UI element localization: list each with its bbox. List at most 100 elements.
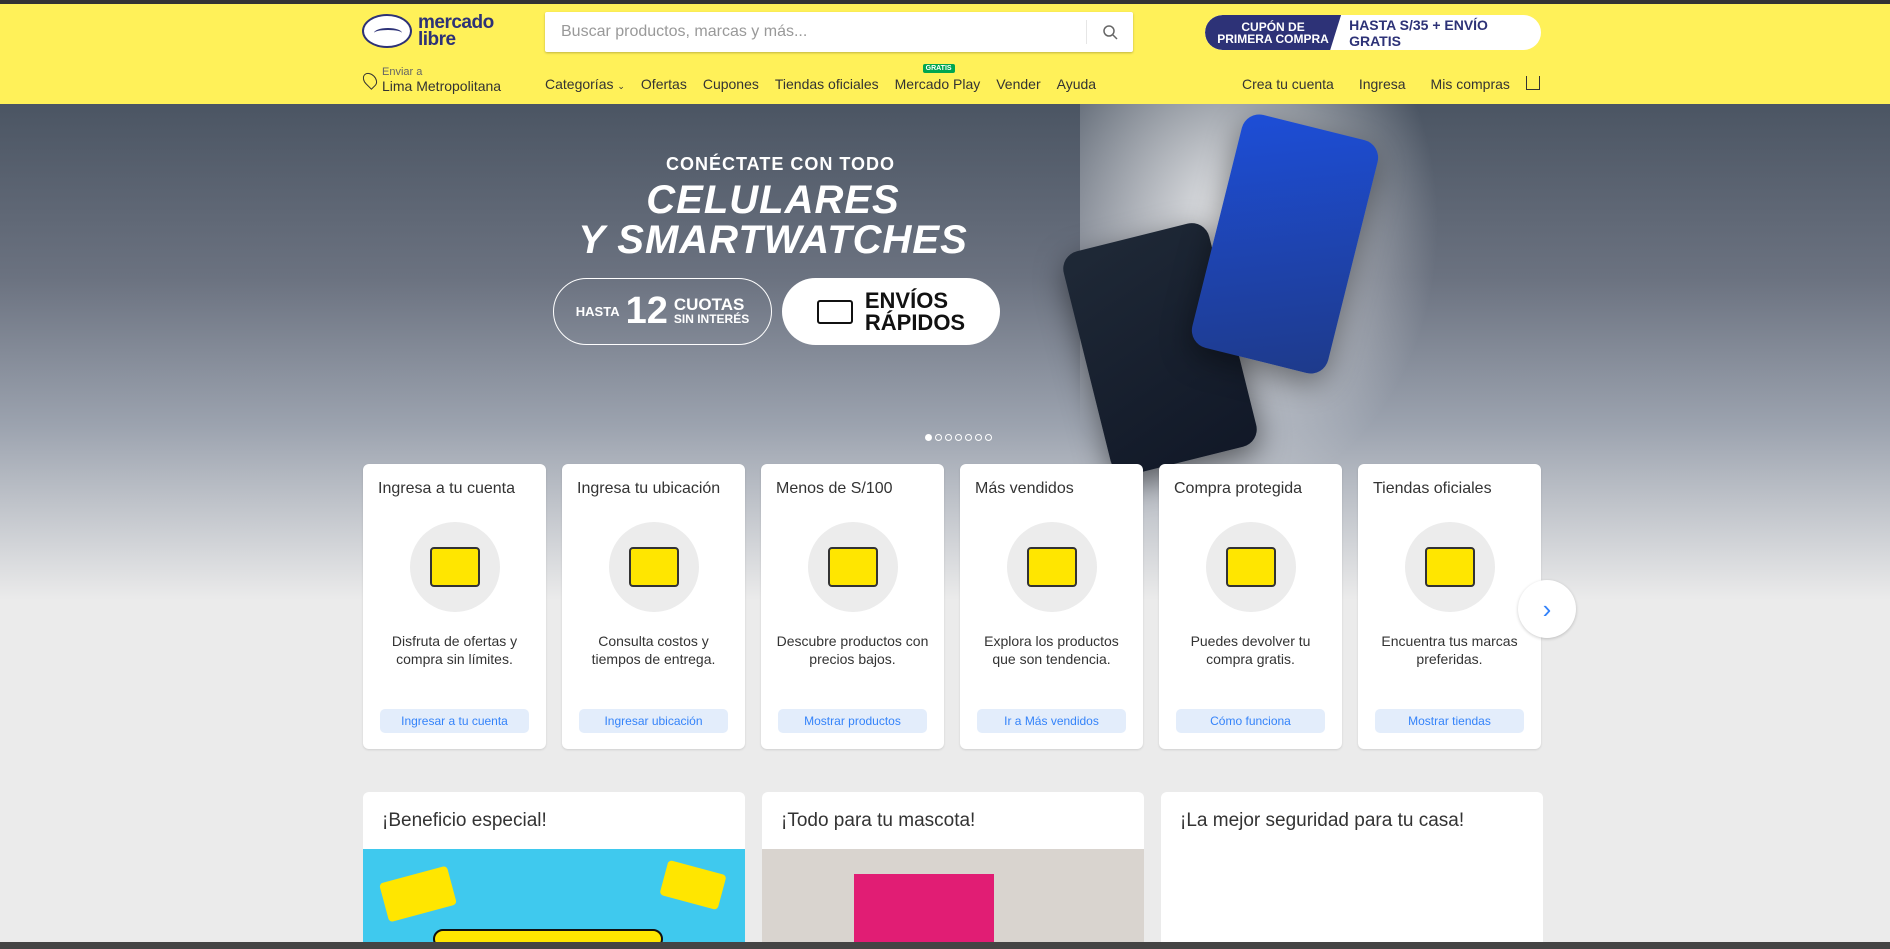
chevron-down-icon: ⌄ — [617, 81, 625, 91]
hero-title: CELULARES Y SMARTWATCHES — [548, 180, 998, 260]
installments-prefix: HASTA — [575, 304, 620, 319]
nav-ofertas[interactable]: Ofertas — [641, 76, 687, 92]
ticket-shape — [659, 859, 727, 911]
carousel-dot[interactable] — [945, 434, 952, 441]
coupon-text: HASTA S/35 + ENVÍO GRATIS — [1349, 16, 1488, 49]
gratis-badge: GRATIS — [922, 64, 955, 73]
fast-shipping-label: ENVÍOS RÁPIDOS — [864, 289, 966, 335]
hero-kicker: CONÉCTATE CON TODO — [666, 154, 895, 174]
promo-card-seguridad[interactable]: ¡La mejor seguridad para tu casa! — [1161, 792, 1543, 942]
fast-shipping-pill: ENVÍOS RÁPIDOS — [782, 278, 1000, 345]
feature-card[interactable]: Más vendidos Explora los productos que s… — [960, 464, 1143, 749]
card-title: Compra protegida — [1174, 480, 1303, 497]
protected-box-icon — [1201, 522, 1301, 612]
icon-yellow-shape — [629, 547, 679, 587]
location-selector[interactable]: Enviar a Lima Metropolitana — [360, 66, 502, 94]
carousel-dots — [925, 434, 992, 441]
login-link[interactable]: Ingresa — [1359, 76, 1406, 92]
promo-card-beneficio[interactable]: ¡Beneficio especial! — [363, 792, 745, 942]
location-label: Enviar a — [382, 66, 423, 78]
feature-card[interactable]: Ingresa tu ubicación Consulta costos y t… — [562, 464, 745, 749]
logo-text: mercado libre — [418, 13, 494, 50]
first-purchase-coupon-banner[interactable]: CUPÓN DE PRIMERA COMPRA HASTA S/35 + ENVÍ… — [1205, 15, 1541, 50]
fast-shipping-line2: RÁPIDOS — [864, 309, 966, 335]
promo-image-tickets — [363, 849, 745, 942]
icon-yellow-shape — [1027, 547, 1077, 587]
card-description: Explora los productos que son tendencia. — [984, 633, 1119, 667]
logo-text-line2: libre — [418, 29, 456, 50]
nav-categorias[interactable]: Categorías ⌄ — [545, 76, 625, 92]
card-button[interactable]: Ingresar a tu cuenta — [380, 709, 529, 733]
search-icon — [1103, 25, 1118, 40]
card-description: Disfruta de ofertas y compra sin límites… — [391, 633, 518, 667]
card-title: Tiendas oficiales — [1373, 480, 1492, 497]
user-nav: Crea tu cuenta Ingresa Mis compras — [1242, 76, 1510, 92]
feature-card[interactable]: Compra protegida Puedes devolver tu comp… — [1159, 464, 1342, 749]
card-button[interactable]: Ingresar ubicación — [579, 709, 728, 733]
handshake-icon — [362, 14, 412, 48]
carousel-dot[interactable] — [935, 434, 942, 441]
nav-categorias-label: Categorías — [545, 76, 614, 92]
icon-yellow-shape — [430, 547, 480, 587]
my-purchases-link[interactable]: Mis compras — [1431, 76, 1510, 92]
card-button[interactable]: Cómo funciona — [1176, 709, 1325, 733]
feature-cards: Ingresa a tu cuenta Disfruta de ofertas … — [363, 464, 1541, 749]
carousel-dot[interactable] — [955, 434, 962, 441]
chevron-right-icon: › — [1542, 593, 1552, 624]
location-map-icon — [604, 522, 704, 612]
icon-yellow-shape — [1226, 547, 1276, 587]
card-button[interactable]: Ir a Más vendidos — [977, 709, 1126, 733]
nav-cupones[interactable]: Cupones — [703, 76, 759, 92]
installments-word: CUOTAS — [673, 294, 745, 314]
location-pin-icon — [360, 70, 380, 90]
mercado-libre-logo[interactable]: mercado libre — [362, 13, 494, 50]
card-description: Consulta costos y tiempos de entrega. — [591, 633, 716, 667]
card-title: Ingresa a tu cuenta — [378, 480, 515, 497]
status-bar — [0, 942, 1890, 949]
coupon-badge-line2: PRIMERA COMPRA — [1217, 31, 1329, 46]
card-description: Puedes devolver tu compra gratis. — [1190, 633, 1311, 667]
coupon-badge-line1: CUPÓN DE — [1241, 19, 1305, 34]
installments-number: 12 — [625, 290, 668, 332]
carousel-dot[interactable] — [925, 434, 932, 441]
search-button[interactable] — [1087, 12, 1133, 52]
search-input[interactable] — [545, 12, 1086, 52]
card-button[interactable]: Mostrar productos — [778, 709, 927, 733]
location-value: Lima Metropolitana — [382, 78, 502, 94]
icon-yellow-shape — [828, 547, 878, 587]
main-nav: Categorías ⌄ Ofertas Cupones Tiendas ofi… — [545, 64, 1096, 92]
promo-title: ¡La mejor seguridad para tu casa! — [1180, 810, 1465, 831]
installments-sub: SIN INTERÉS — [673, 311, 750, 326]
carousel-next-button[interactable]: › — [1518, 580, 1576, 638]
promo-card-mascota[interactable]: ¡Todo para tu mascota! — [762, 792, 1144, 942]
nav-ayuda[interactable]: Ayuda — [1057, 76, 1096, 92]
promo-image-pet-food — [762, 849, 1144, 942]
card-button[interactable]: Mostrar tiendas — [1375, 709, 1524, 733]
cart-icon[interactable] — [1526, 76, 1540, 90]
shopping-bag-icon — [1002, 522, 1102, 612]
card-title: Ingresa tu ubicación — [577, 480, 721, 497]
card-description: Encuentra tus marcas preferidas. — [1381, 633, 1518, 667]
feature-card[interactable]: Tiendas oficiales Encuentra tus marcas p… — [1358, 464, 1541, 749]
promo-sections: ¡Beneficio especial! ¡Todo para tu masco… — [363, 792, 1543, 942]
promo-title: ¡Todo para tu mascota! — [781, 810, 976, 831]
carousel-dot[interactable] — [985, 434, 992, 441]
site-header: mercado libre CUPÓN DEPRIMERA COMPRA HAS… — [0, 4, 1890, 104]
nav-mercado-play[interactable]: GRATIS Mercado Play — [895, 64, 980, 92]
installments-pill: HASTA 12 CUOTAS SIN INTERÉS — [553, 278, 772, 345]
feature-card[interactable]: Ingresa a tu cuenta Disfruta de ofertas … — [363, 464, 546, 749]
truck-icon — [816, 299, 853, 324]
nav-tiendas-oficiales[interactable]: Tiendas oficiales — [775, 76, 879, 92]
hero-title-line1: CELULARES — [646, 178, 900, 222]
card-title: Más vendidos — [975, 480, 1074, 497]
nav-vender[interactable]: Vender — [996, 76, 1040, 92]
hero-title-line2: Y SMARTWATCHES — [578, 218, 968, 262]
create-account-link[interactable]: Crea tu cuenta — [1242, 76, 1334, 92]
carousel-dot[interactable] — [965, 434, 972, 441]
carousel-dot[interactable] — [975, 434, 982, 441]
feature-card[interactable]: Menos de S/100 Descubre productos con pr… — [761, 464, 944, 749]
icon-yellow-shape — [1425, 547, 1475, 587]
installments-label: CUOTAS SIN INTERÉS — [673, 294, 750, 327]
ticket-shape — [379, 865, 457, 923]
account-icon — [405, 522, 505, 612]
